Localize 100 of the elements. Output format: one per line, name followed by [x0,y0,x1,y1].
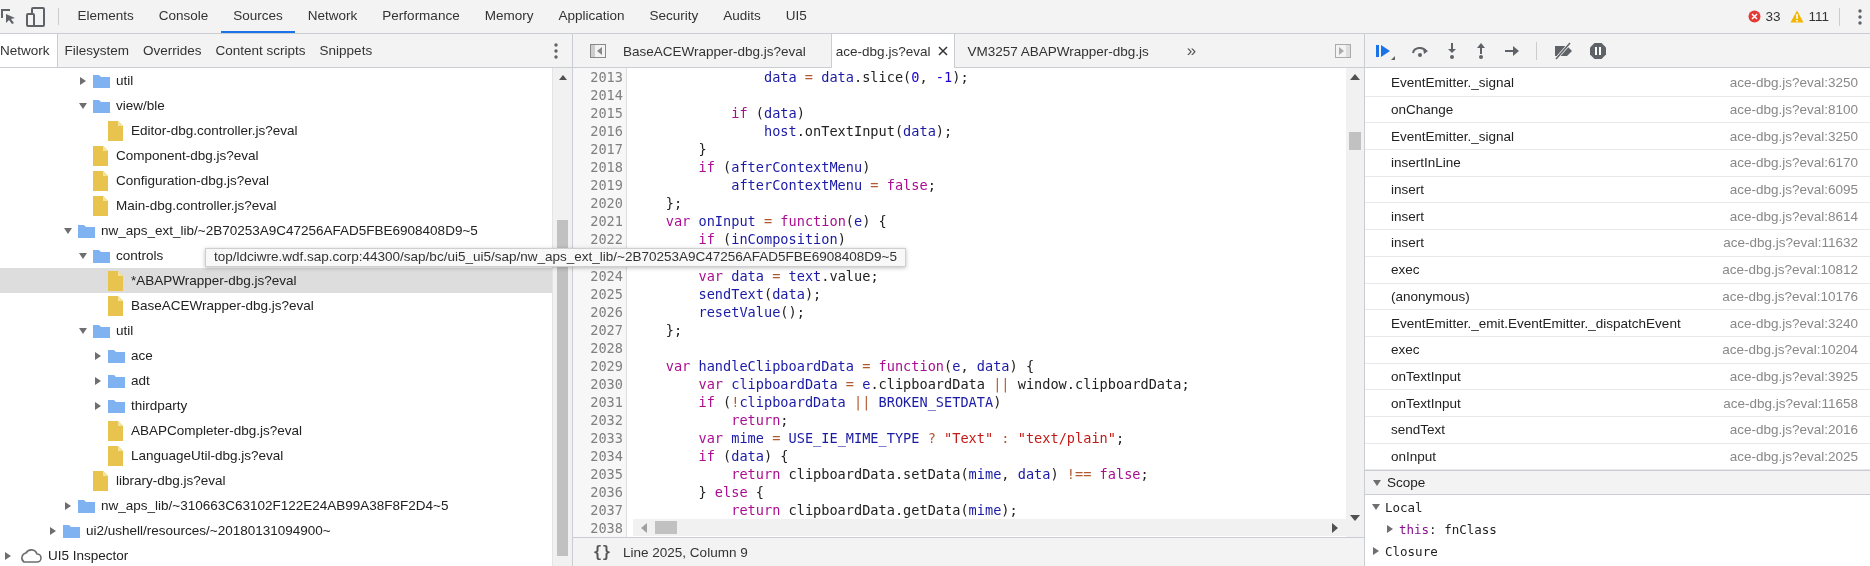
navigator-tab[interactable]: Overrides [136,34,209,67]
tree-item[interactable]: adt [0,368,552,393]
panel-tab[interactable]: UI5 [773,0,820,33]
file-name[interactable]: library-dbg.js?eval [116,473,226,488]
scrollbar-thumb[interactable] [655,521,677,534]
scroll-right-icon[interactable] [1332,522,1338,533]
scrollbar[interactable] [1346,68,1364,537]
tree-item[interactable]: ace [0,343,552,368]
source-link[interactable]: ace-dbg.js?eval:3240 [1713,315,1858,331]
pause-icon[interactable] [1589,41,1607,60]
disclosure-triangle-icon[interactable] [1372,477,1382,488]
disclosure-triangle-icon[interactable] [1371,546,1381,557]
file-name[interactable]: UI5 Inspector [48,548,129,563]
panel-tab[interactable]: Application [545,0,637,33]
panel-tab[interactable]: Console [146,0,221,33]
source-link[interactable]: ace-dbg.js?eval:6095 [1713,182,1858,198]
tree-item[interactable]: Component-dbg.js?eval [0,143,552,168]
source-link[interactable]: ace-dbg.js?eval:2025 [1713,448,1858,464]
scroll-up-icon[interactable] [558,74,567,80]
sidebar-toggle-icon[interactable] [1335,43,1351,58]
tree-item[interactable]: Main-dbg.controller.js?eval [0,193,552,218]
tree-item[interactable]: LanguageUtil-dbg.js?eval [0,443,552,468]
scope-name[interactable]: Local [1385,499,1423,515]
function-name[interactable]: onInput [1391,448,1437,464]
disclosure-triangle-icon[interactable] [63,225,73,236]
source-link[interactable]: ace-dbg.js?eval:10204 [1706,342,1858,358]
inspect-icon[interactable] [0,7,16,26]
source-link[interactable]: ace-dbg.js?eval:8100 [1713,102,1858,118]
disclosure-triangle-icon[interactable] [78,75,88,86]
section-header[interactable]: Scope [1365,470,1870,496]
tree-item[interactable]: *ABAPWrapper-dbg.js?eval [0,268,552,293]
folder-name[interactable]: adt [131,373,150,388]
disclosure-triangle-icon[interactable] [78,250,88,261]
disclosure-triangle-icon[interactable] [1385,524,1395,535]
scope-name[interactable]: Closure [1385,543,1438,559]
close-icon[interactable] [938,46,949,56]
function-name[interactable]: onTextInput [1391,368,1461,384]
pretty-print-button[interactable]: {} [589,543,616,561]
function-name[interactable]: insert [1391,208,1424,224]
panel-tab[interactable]: Audits [710,0,774,33]
function-name[interactable]: onTextInput [1391,395,1461,411]
navigator-tab[interactable]: Filesystem [57,34,137,67]
file-name[interactable]: Editor-dbg.controller.js?eval [131,123,298,138]
folder-name[interactable]: ui2/ushell/resources/~20180131094900~ [86,523,331,538]
folder-name[interactable]: nw_aps_lib/~310663C63102F122E24AB99A38F8F2D4~5 [101,498,449,513]
device-icon[interactable] [26,6,46,27]
tree-item[interactable]: ABAPCompleter-dbg.js?eval [0,418,552,443]
tree-item[interactable]: view/ble [0,93,552,118]
file-name[interactable]: *ABAPWrapper-dbg.js?eval [131,273,297,288]
disclosure-triangle-icon[interactable] [63,500,73,511]
panel-tab[interactable]: Elements [65,0,147,33]
folder-name[interactable]: view/ble [116,98,165,113]
source-link[interactable]: ace-dbg.js?eval:6170 [1713,155,1858,171]
function-name[interactable]: insert [1391,235,1424,251]
tree-item[interactable]: nw_aps_ext_lib/~2B70253A9C47256AFAD5FBE6908408D9~5 [0,218,552,243]
function-name[interactable]: sendText [1391,422,1446,438]
navigator-tab[interactable]: Snippets [312,34,380,67]
source-link[interactable]: ace-dbg.js?eval:10176 [1706,288,1858,304]
more-tabs-button[interactable]: » [1186,40,1197,61]
disclosure-triangle-icon[interactable] [48,525,58,536]
tree-item[interactable]: util [0,318,552,343]
source-link[interactable]: ace-dbg.js?eval:11632 [1707,235,1858,251]
folder-name[interactable]: thirdparty [131,398,188,413]
panel-tab[interactable]: Security [636,0,711,33]
property-row[interactable]: this: fnClass [1365,519,1870,540]
source-link[interactable]: ace-dbg.js?eval:3250 [1713,128,1858,144]
function-name[interactable]: (anonymous) [1391,288,1470,304]
file-name[interactable]: BaseACEWrapper-dbg.js?eval [131,298,314,313]
deactivate-breakpoints-icon[interactable] [1552,41,1574,60]
navigator-tab[interactable]: Content scripts [208,34,313,67]
folder-name[interactable]: nw_aps_ext_lib/~2B70253A9C47256AFAD5FBE6908408D9~5 [101,223,478,238]
disclosure-triangle-icon[interactable] [93,400,103,411]
disclosure-triangle-icon[interactable] [3,550,13,561]
horizontal-scrollbar[interactable] [633,519,1346,536]
function-name[interactable]: exec [1391,342,1420,358]
source-link[interactable]: ace-dbg.js?eval:2016 [1713,422,1858,438]
sidebar-toggle-icon[interactable] [590,43,606,58]
function-name[interactable]: EventEmitter._emit.EventEmitter._dispatchEvent [1391,315,1681,331]
folder-name[interactable]: ace [131,348,153,363]
file-name[interactable]: Component-dbg.js?eval [116,148,259,163]
tree-item[interactable]: nw_aps_lib/~310663C63102F122E24AB99A38F8F2D4~5 [0,493,552,518]
step-out-icon[interactable] [1474,41,1488,60]
file-tab[interactable]: VM3257 ABAPWrapper-dbg.js [959,34,1157,68]
function-name[interactable]: EventEmitter._signal [1391,128,1515,144]
panel-tab[interactable]: Performance [369,0,473,33]
scroll-down-icon[interactable] [1350,515,1360,521]
error-count[interactable]: 33 [1765,9,1781,24]
disclosure-triangle-icon[interactable] [78,100,88,111]
function-name[interactable]: EventEmitter._signal [1391,75,1515,91]
disclosure-triangle-icon[interactable] [93,375,103,386]
scroll-up-icon[interactable] [1350,74,1360,80]
tree-item[interactable]: UI5 Inspector [0,543,552,566]
folder-name[interactable]: util [116,73,134,88]
panel-tab[interactable]: Network [295,0,370,33]
source-link[interactable]: ace-dbg.js?eval:10812 [1706,262,1858,278]
tree-item[interactable]: Editor-dbg.controller.js?eval [0,118,552,143]
tree-item[interactable]: Configuration-dbg.js?eval [0,168,552,193]
navigator-tab[interactable]: Network [0,34,58,67]
file-tab[interactable]: ace-dbg.js?eval [830,34,956,68]
warning-count[interactable]: 111 [1808,9,1829,24]
